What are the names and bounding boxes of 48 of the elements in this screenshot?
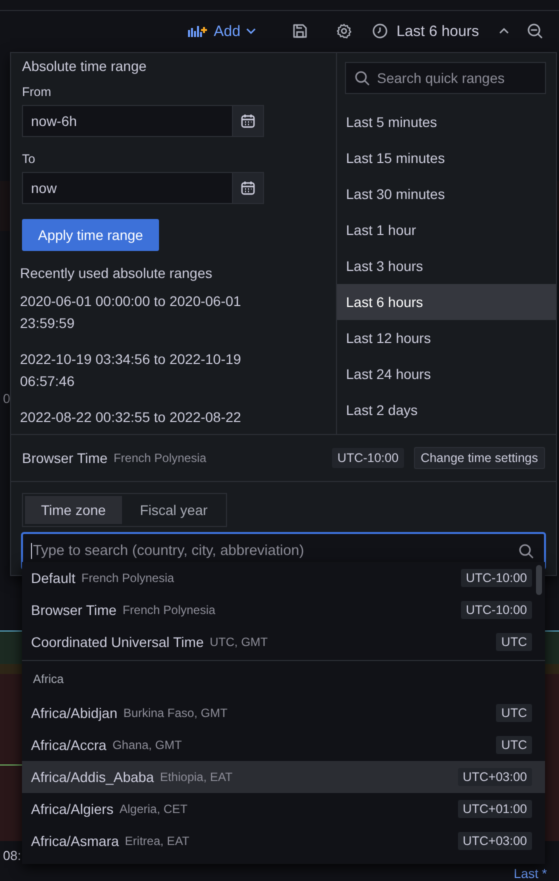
chevron-down-icon — [246, 28, 256, 34]
tab[interactable]: Time zone — [25, 496, 122, 524]
add-button[interactable]: Add — [180, 18, 264, 44]
search-field[interactable]: Search quick ranges — [345, 62, 546, 94]
change-settings-button[interactable]: Change time settings — [414, 447, 545, 469]
recent-range-item[interactable]: 2022-08-22 00:32:55 to 2022-08-22 — [20, 406, 275, 428]
recent-range-item[interactable]: 2022-10-19 03:34:56 to 2022-10-19 06:57:46 — [20, 348, 275, 392]
recent-range-item[interactable]: 2020-06-01 00:00:00 to 2020-06-01 23:59:59 — [20, 290, 275, 334]
from-field[interactable]: now-6h — [22, 105, 264, 137]
quick-range-item[interactable]: Last 12 hours — [337, 320, 556, 356]
timezone-name: Browser Time — [22, 450, 108, 466]
section-title: Recently used absolute ranges — [20, 265, 214, 281]
timezone-option[interactable]: Africa/Addis_Ababa Ethiopia, EAT UTC+03:00 — [22, 761, 545, 793]
search-icon — [518, 543, 534, 559]
calendar-icon — [240, 180, 256, 196]
quick-range-item[interactable]: Last 2 days — [337, 392, 556, 428]
field-label: From — [22, 85, 52, 99]
timezone-option[interactable]: Africa/Algiers Algeria, CET UTC+01:00 — [22, 793, 545, 825]
timezone-region: French Polynesia — [114, 451, 208, 465]
quick-range-item[interactable]: Last 6 hours — [337, 284, 556, 320]
timezone-option[interactable]: Africa/Accra Ghana, GMT UTC — [22, 729, 545, 761]
scrollbar[interactable] — [536, 565, 542, 595]
group-header: Africa — [22, 660, 545, 697]
quick-range-item[interactable]: Last 30 minutes — [337, 176, 556, 212]
section-title: Absolute time range — [22, 58, 148, 74]
to-field[interactable]: now — [22, 172, 264, 204]
timezone-option[interactable]: Africa/Asmara Eritrea, EAT UTC+03:00 — [22, 825, 545, 857]
quick-range-item[interactable]: Last 24 hours — [337, 356, 556, 392]
calendar-icon — [240, 113, 256, 129]
quick-range-item[interactable]: Last 15 minutes — [337, 140, 556, 176]
chevron-up-icon — [499, 28, 509, 34]
panel-link[interactable]: Last * — [514, 866, 547, 881]
field-label: To — [22, 152, 36, 166]
timezone-option[interactable]: Browser Time French Polynesia UTC-10:00 — [22, 594, 545, 626]
quick-range-item[interactable]: Last 1 hour — [337, 212, 556, 248]
axis-tick: 0 — [3, 391, 10, 406]
apply-button[interactable]: Apply time range — [22, 219, 160, 251]
clock-icon — [372, 23, 388, 39]
timezone-option[interactable]: Africa/Abidjan Burkina Faso, GMT UTC — [22, 697, 545, 729]
axis-label: 08: — [3, 848, 22, 863]
tab[interactable]: Fiscal year — [124, 496, 224, 524]
search-icon — [354, 70, 370, 86]
time-range-picker[interactable]: Last 6 hours — [366, 18, 515, 44]
utc-offset: UTC-10:00 — [332, 448, 404, 468]
quick-range-item[interactable]: Last 5 minutes — [337, 104, 556, 140]
timezone-option[interactable]: Coordinated Universal Time UTC, GMT UTC — [22, 626, 545, 658]
quick-range-item[interactable]: Last 3 hours — [337, 248, 556, 284]
bar-chart-plus-icon — [188, 24, 208, 38]
